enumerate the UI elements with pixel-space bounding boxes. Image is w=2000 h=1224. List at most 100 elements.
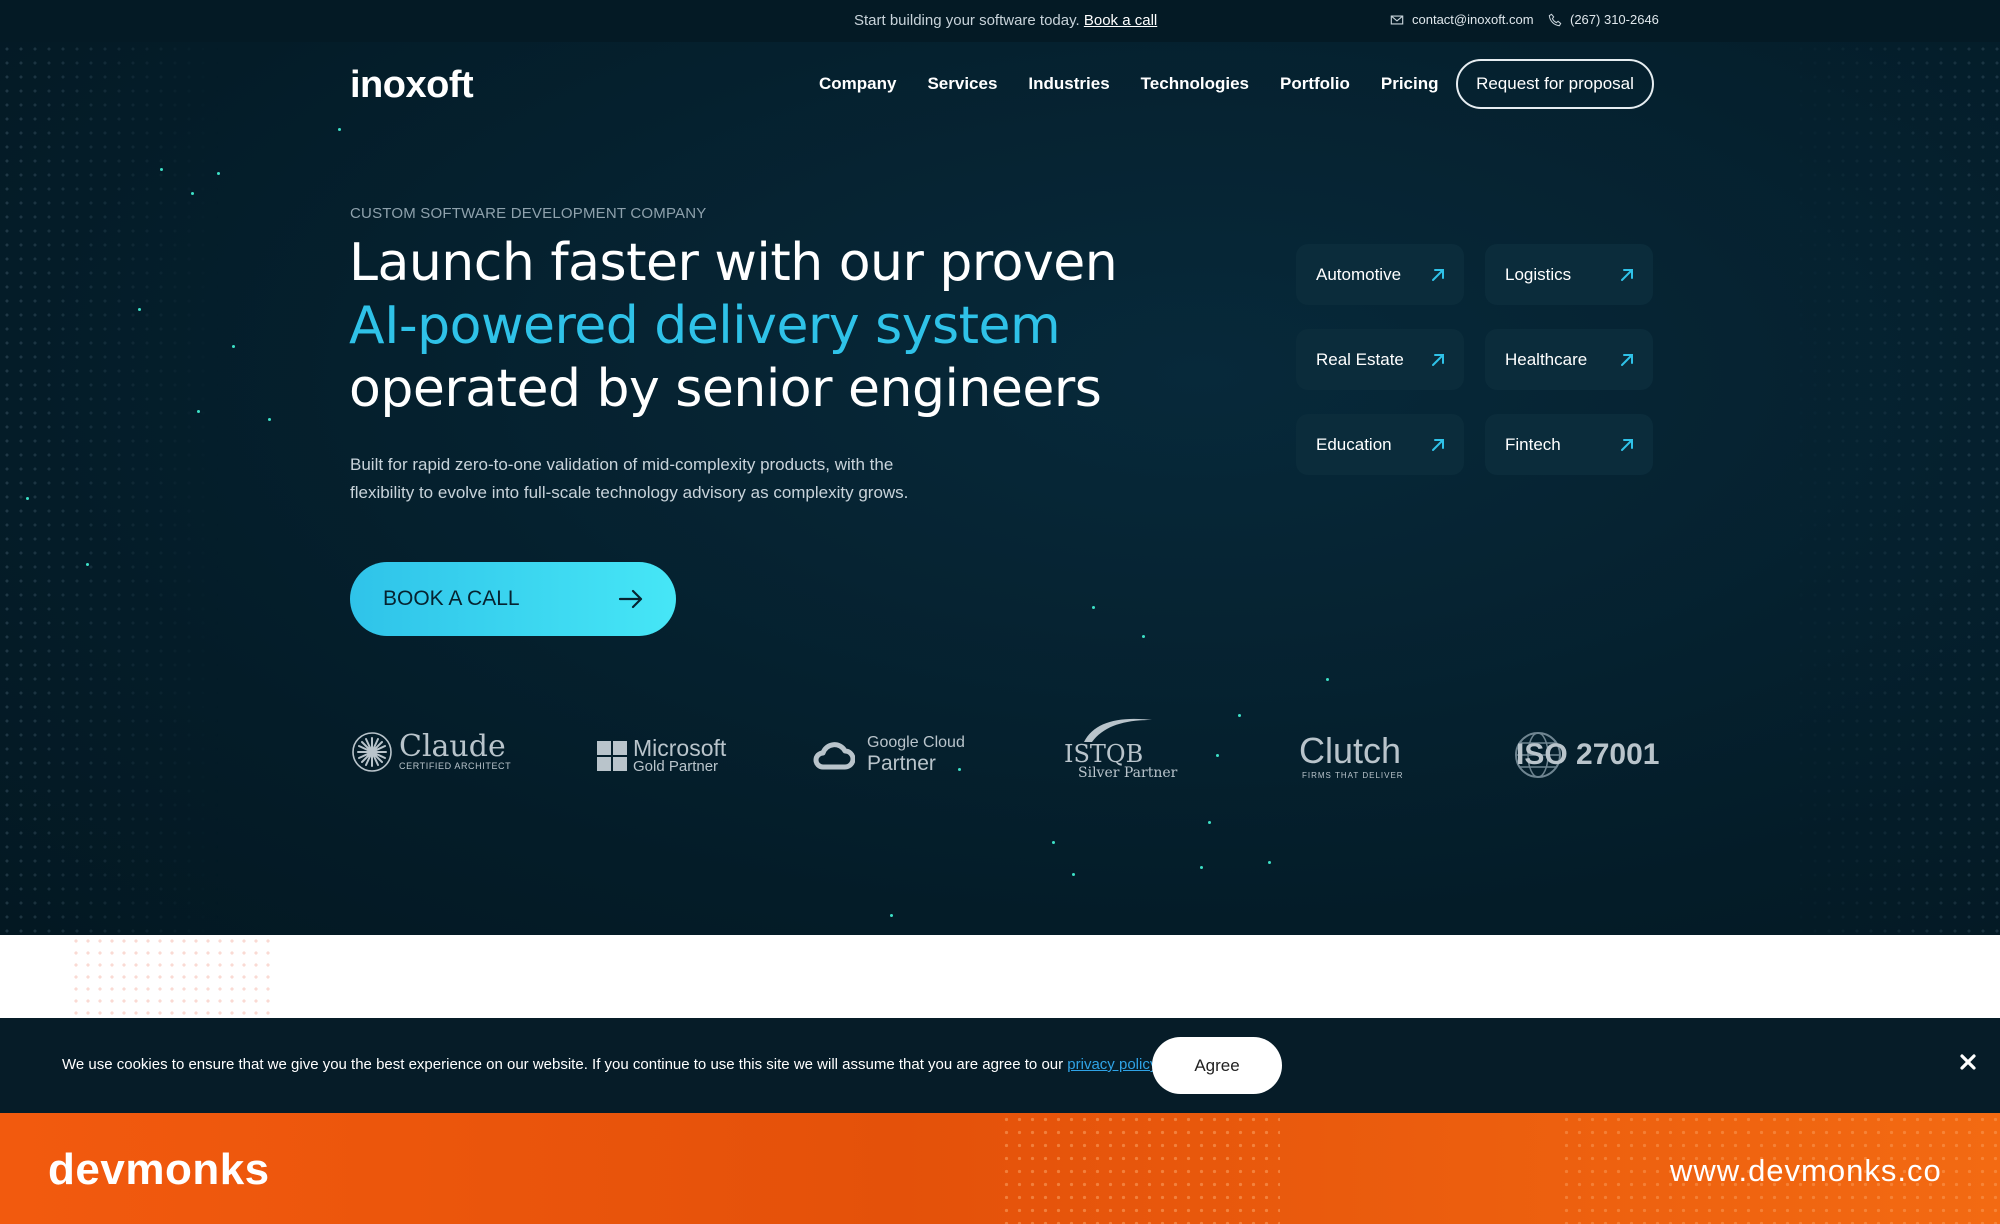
decorative-spark: [1072, 873, 1075, 876]
industry-label: Healthcare: [1505, 349, 1588, 369]
istqb-swoosh-icon: [1084, 718, 1152, 742]
decorative-dots-orange: [1000, 1113, 1280, 1224]
hero-lead: Built for rapid zero-to-one validation o…: [350, 455, 909, 502]
hero-headline: Launch faster with our proven AI-powered…: [349, 232, 1118, 421]
google-cloud-icon: [813, 742, 855, 770]
email-text: contact@inoxoft.com: [1412, 12, 1534, 27]
google-cloud-partner-logo: Google Cloud Partner: [813, 734, 965, 776]
microsoft-name: Microsoft: [633, 735, 727, 761]
devmonks-brand-bar: devmonks www.devmonks.co: [0, 1113, 2000, 1224]
arrow-up-right-icon: [1621, 353, 1633, 366]
claude-sunburst-icon: [352, 732, 392, 772]
request-proposal-button[interactable]: Request for proposal: [1456, 59, 1654, 109]
iso-name: ISO 27001: [1516, 738, 1660, 771]
industry-label: Fintech: [1505, 434, 1561, 454]
nav-item-portfolio[interactable]: Portfolio: [1280, 74, 1350, 94]
industry-card-automotive[interactable]: Automotive: [1296, 244, 1464, 305]
claude-partner-logo: Claude CERTIFIED ARCHITECT: [351, 730, 511, 774]
page-frame: Start building your software today. Book…: [0, 0, 2000, 1224]
email-contact[interactable]: contact@inoxoft.com: [1390, 12, 1534, 27]
hero-section: Start building your software today. Book…: [0, 0, 2000, 935]
devmonks-url: www.devmonks.co: [1670, 1153, 1942, 1188]
industry-card-fintech[interactable]: Fintech: [1485, 414, 1653, 475]
cookie-message: We use cookies to ensure that we give yo…: [62, 1056, 1064, 1073]
nav-item-services[interactable]: Services: [927, 74, 997, 94]
headline-line-1: Launch faster with our proven: [349, 233, 1118, 293]
privacy-policy-link[interactable]: privacy policy: [1067, 1056, 1156, 1073]
industry-card-education[interactable]: Education: [1296, 414, 1464, 475]
top-bar: Start building your software today. Book…: [0, 0, 2000, 42]
industry-label: Automotive: [1316, 264, 1402, 284]
decorative-spark: [1092, 606, 1095, 609]
nav-item-industries[interactable]: Industries: [1028, 74, 1109, 94]
clutch-name: Clutch: [1299, 730, 1402, 771]
arrow-right-icon: [618, 589, 643, 609]
nav-item-technologies[interactable]: Technologies: [1141, 74, 1249, 94]
white-section: [0, 935, 2000, 1018]
hero-eyebrow: CUSTOM SOFTWARE DEVELOPMENT COMPANY: [350, 205, 707, 222]
devmonks-logo: devmonks: [48, 1145, 270, 1194]
decorative-spark: [197, 410, 200, 413]
main-nav: Company Services Industries Technologies…: [819, 74, 1439, 94]
claude-name: Claude: [399, 729, 506, 764]
headline-line-3: operated by senior engineers: [349, 359, 1102, 419]
industry-cards: Automotive Logistics Real Estate Healthc…: [1296, 244, 1653, 475]
promo-text: Start building your software today.: [854, 12, 1080, 29]
decorative-spark: [268, 418, 271, 421]
decorative-spark: [890, 914, 893, 917]
arrow-up-right-icon: [1432, 268, 1444, 281]
phone-text: (267) 310-2646: [1570, 12, 1659, 27]
arrow-up-right-icon: [1621, 268, 1633, 281]
microsoft-partner-logo: Microsoft Gold Partner: [597, 737, 726, 775]
decorative-dots-pink: [70, 935, 270, 1018]
decorative-spark: [232, 345, 235, 348]
decorative-spark: [1052, 841, 1055, 844]
agree-button[interactable]: Agree: [1152, 1037, 1282, 1094]
arrow-up-right-icon: [1432, 438, 1444, 451]
close-icon[interactable]: [1957, 1051, 1979, 1073]
inoxoft-logo[interactable]: inoxoft: [350, 64, 474, 107]
industry-label: Real Estate: [1316, 349, 1404, 369]
decorative-dots-right: [1780, 0, 2000, 935]
top-promo: Start building your software today. Book…: [854, 12, 1157, 29]
iso-partner-logo: ISO 27001: [1514, 732, 1660, 778]
decorative-spark: [1200, 866, 1203, 869]
google-cloud-name: Google Cloud: [867, 734, 965, 751]
industry-label: Logistics: [1505, 264, 1572, 284]
decorative-spark: [26, 497, 29, 500]
cookie-banner: We use cookies to ensure that we give yo…: [0, 1018, 2000, 1113]
industry-card-logistics[interactable]: Logistics: [1485, 244, 1653, 305]
industry-label: Education: [1316, 434, 1392, 454]
decorative-spark: [1326, 678, 1329, 681]
phone-contact[interactable]: (267) 310-2646: [1548, 12, 1659, 27]
clutch-sub: FIRMS THAT DELIVER: [1302, 771, 1404, 780]
decorative-spark: [86, 563, 89, 566]
phone-icon: [1548, 13, 1562, 26]
decorative-spark: [1208, 821, 1211, 824]
cookie-text: We use cookies to ensure that we give yo…: [62, 1056, 1160, 1073]
promo-book-call-link[interactable]: Book a call: [1084, 12, 1157, 29]
decorative-spark: [191, 192, 194, 195]
decorative-spark: [1142, 635, 1145, 638]
industry-card-real-estate[interactable]: Real Estate: [1296, 329, 1464, 390]
industry-card-healthcare[interactable]: Healthcare: [1485, 329, 1653, 390]
book-call-label: BOOK A CALL: [383, 587, 520, 610]
headline-accent: AI-powered delivery system: [349, 296, 1061, 356]
decorative-spark: [138, 308, 141, 311]
nav-item-pricing[interactable]: Pricing: [1381, 74, 1439, 94]
istqb-partner-logo: ISTQB Silver Partner: [1064, 716, 1177, 780]
google-cloud-sub: Partner: [867, 752, 936, 775]
arrow-up-right-icon: [1432, 353, 1444, 366]
decorative-spark: [1216, 754, 1219, 757]
nav-item-company[interactable]: Company: [819, 74, 896, 94]
decorative-spark: [1268, 861, 1271, 864]
mail-icon: [1390, 14, 1404, 25]
istqb-sub: Silver Partner: [1078, 765, 1178, 781]
decorative-spark: [160, 168, 163, 171]
book-call-button[interactable]: BOOK A CALL: [350, 562, 676, 636]
decorative-spark: [217, 172, 220, 175]
decorative-dots-left: [0, 0, 220, 935]
decorative-spark: [1238, 714, 1241, 717]
clutch-partner-logo: Clutch FIRMS THAT DELIVER: [1299, 730, 1404, 781]
decorative-spark: [338, 128, 341, 131]
